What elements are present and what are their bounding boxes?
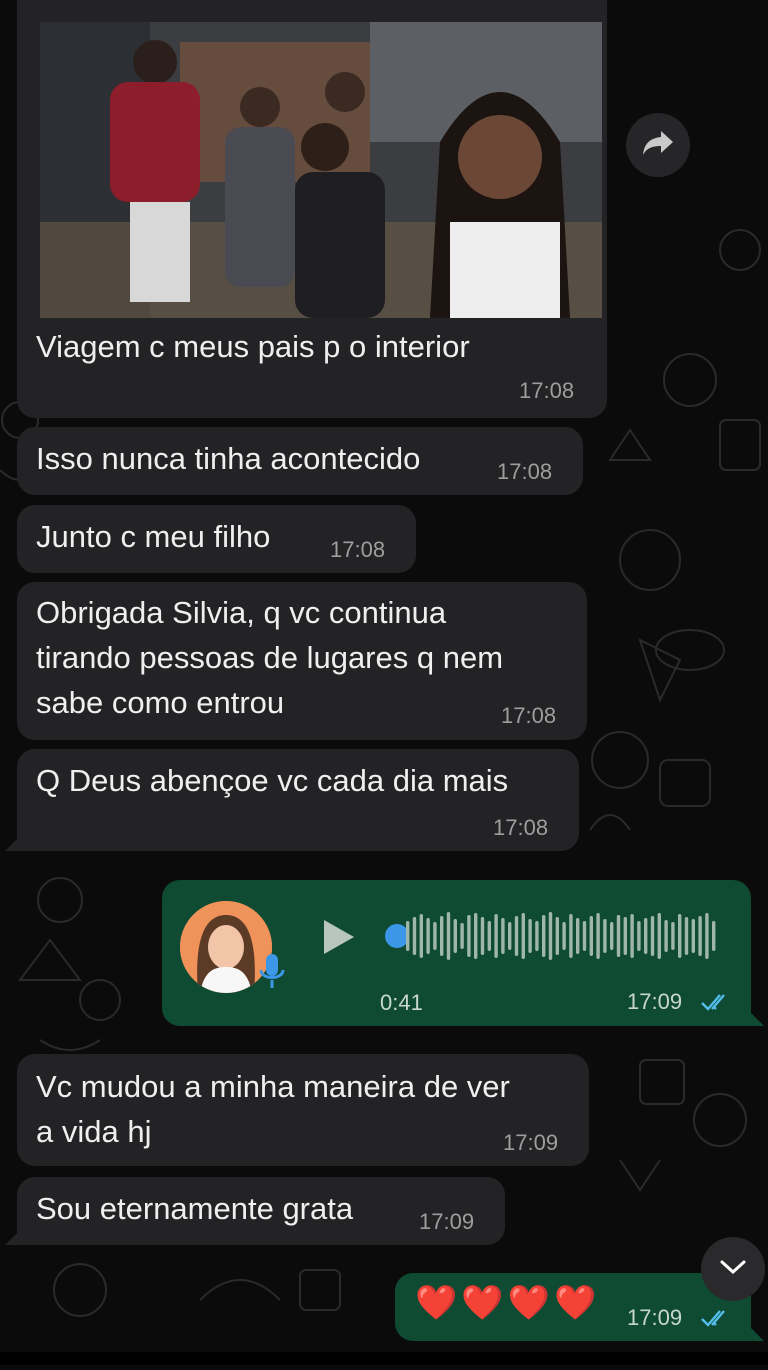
message-text: Isso nunca tinha acontecido xyxy=(36,441,421,476)
voice-note-duration: 0:41 xyxy=(380,990,423,1015)
message-text: Vc mudou a minha maneira de ver a vida h… xyxy=(36,1069,510,1149)
message-text: Junto c meu filho xyxy=(36,519,271,554)
audio-waveform[interactable] xyxy=(382,908,722,964)
scroll-to-bottom-button[interactable] xyxy=(701,1237,765,1301)
double-check-icon xyxy=(700,991,734,1013)
chevron-down-icon xyxy=(719,1258,747,1281)
photo-image[interactable] xyxy=(40,22,602,318)
play-icon[interactable] xyxy=(320,918,356,956)
message-bubble[interactable]: Viagem c meus pais p o interior 17:08 xyxy=(17,318,607,418)
message-bubble[interactable]: Sou eternamente grata 17:09 xyxy=(17,1177,505,1245)
bubble-tail xyxy=(750,1327,764,1341)
message-text: Q Deus abençoe vc cada dia mais xyxy=(36,763,509,798)
bubble-tail xyxy=(750,1012,764,1026)
message-bubble[interactable]: Isso nunca tinha acontecido 17:08 xyxy=(17,427,583,495)
message-text: Viagem c meus pais p o interior xyxy=(36,329,470,364)
forward-button[interactable] xyxy=(626,113,690,177)
message-time: 17:09 xyxy=(627,989,683,1014)
message-time: 17:09 xyxy=(503,1130,559,1155)
bottom-edge xyxy=(0,1352,768,1365)
message-bubble[interactable]: Q Deus abençoe vc cada dia mais 17:08 xyxy=(17,749,579,851)
forward-arrow-icon xyxy=(641,129,675,162)
message-time: 17:08 xyxy=(497,459,553,484)
message-time: 17:08 xyxy=(501,703,557,728)
bubble-tail xyxy=(5,837,19,851)
message-time: 17:08 xyxy=(493,815,549,840)
double-check-icon xyxy=(700,1307,734,1329)
message-bubble[interactable]: Vc mudou a minha maneira de ver a vida h… xyxy=(17,1054,589,1166)
message-text: Sou eternamente grata xyxy=(36,1191,354,1226)
message-time: 17:08 xyxy=(330,537,386,562)
message-text: Obrigada Silvia, q vc continua tirando p… xyxy=(36,595,504,720)
microphone-icon xyxy=(258,952,286,992)
bubble-tail xyxy=(5,1231,19,1245)
message-time: 17:09 xyxy=(627,1305,683,1330)
hearts-emoji-text: ❤️❤️❤️❤️ xyxy=(415,1284,601,1322)
message-bubble[interactable]: Junto c meu filho 17:08 xyxy=(17,505,416,573)
message-bubble[interactable]: Obrigada Silvia, q vc continua tirando p… xyxy=(17,582,587,740)
message-time: 17:09 xyxy=(419,1209,475,1234)
message-time: 17:08 xyxy=(519,378,575,403)
